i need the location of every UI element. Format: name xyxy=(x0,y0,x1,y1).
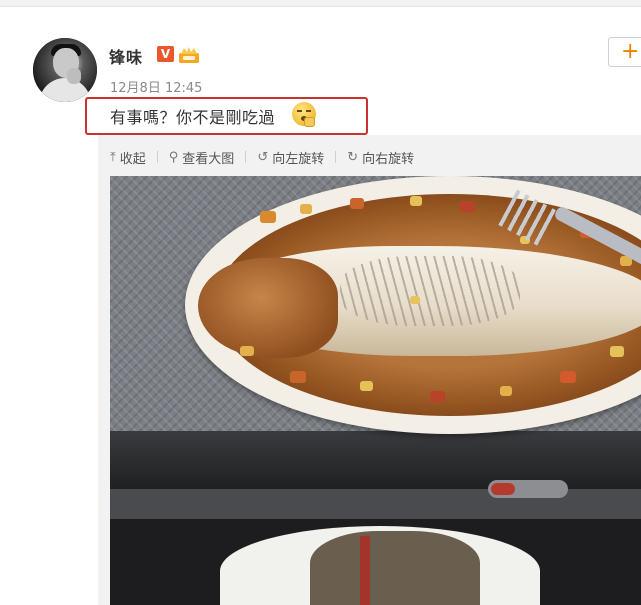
rotate-right-icon: ↻ xyxy=(347,149,359,165)
rotate-right-label: 向右旋转 xyxy=(362,151,415,167)
post-image[interactable] xyxy=(110,176,641,605)
rotate-right-button[interactable]: ↻ 向右旋转 xyxy=(347,148,414,167)
toolbar-divider xyxy=(335,151,337,163)
rotate-left-button[interactable]: ↺ 向左旋转 xyxy=(257,148,324,167)
username[interactable]: 锋味 xyxy=(109,44,143,68)
follow-button[interactable]: + xyxy=(608,37,641,67)
highlight-box xyxy=(85,97,368,135)
view-large-button[interactable]: ⚲ 查看大图 xyxy=(169,148,235,167)
collapse-arrow-icon: ⤒ xyxy=(110,149,116,165)
rotate-left-icon: ↺ xyxy=(257,149,269,165)
collapse-button[interactable]: ⤒ 收起 xyxy=(110,148,146,167)
rotate-left-label: 向左旋转 xyxy=(272,151,325,167)
magnifier-icon: ⚲ xyxy=(168,149,179,165)
toolbar-divider xyxy=(156,151,158,163)
verified-badge-icon: V xyxy=(157,46,174,62)
view-large-label: 查看大图 xyxy=(182,151,235,167)
toolbar-divider xyxy=(245,151,247,163)
post-timestamp[interactable]: 12月8日 12:45 xyxy=(110,77,202,96)
media-toolbar: ⤒ 收起 ⚲ 查看大图 ↺ 向左旋转 ↻ 向右旋转 xyxy=(110,146,414,168)
top-divider xyxy=(0,0,641,7)
avatar[interactable] xyxy=(33,38,97,102)
member-crown-icon xyxy=(179,47,199,63)
collapse-label: 收起 xyxy=(119,151,146,167)
